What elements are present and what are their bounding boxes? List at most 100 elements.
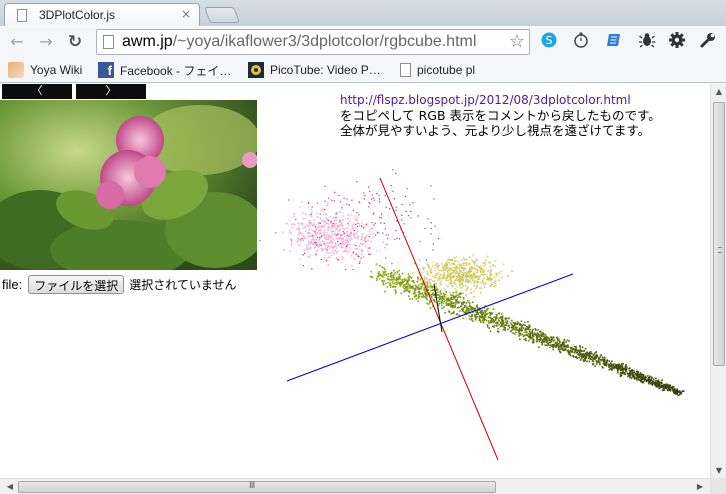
yellow-point [472, 260, 474, 263]
new-tab-button[interactable] [204, 7, 240, 23]
reload-button[interactable]: ↻ [64, 31, 86, 53]
stopwatch-extension-icon[interactable] [570, 31, 592, 53]
magenta-point [395, 172, 397, 174]
next-image-button[interactable]: 〉 [76, 84, 146, 99]
magenta-point [363, 198, 365, 200]
address-bar[interactable]: awm.jp/~yoya/ikaflower3/3dplotcolor/rgbc… [96, 29, 530, 55]
back-button[interactable]: ← [6, 31, 28, 53]
yellow-point [460, 277, 462, 279]
magenta-point [360, 257, 362, 259]
scroll-left-icon[interactable]: ◀ [2, 482, 18, 491]
green-point [627, 373, 629, 375]
green-point [659, 386, 662, 388]
pink-point [326, 259, 329, 262]
yellow-point [436, 274, 438, 277]
bookmark-yoya-wiki[interactable]: Yoya Wiki [8, 61, 82, 79]
green-point [648, 377, 650, 379]
green-point [507, 317, 510, 320]
horizontal-scroll-thumb[interactable]: Ⅲ [18, 481, 496, 493]
yellow-point [476, 259, 478, 261]
green-point [497, 327, 499, 330]
gear-icon[interactable] [666, 31, 688, 53]
wrench-icon[interactable] [697, 31, 719, 53]
url-text[interactable]: awm.jp/~yoya/ikaflower3/3dplotcolor/rgbc… [122, 33, 476, 51]
bug-extension-icon[interactable] [636, 31, 658, 53]
scroll-right-icon[interactable]: ▶ [692, 482, 708, 491]
yellow-point [468, 256, 471, 259]
green-point [443, 300, 446, 303]
blog-link[interactable]: http://flspz.blogspot.jp/2012/08/3dplotc… [340, 93, 631, 107]
yellow-point [476, 284, 478, 286]
green-point [500, 325, 502, 328]
green-point [378, 278, 381, 280]
pink-point [346, 231, 348, 233]
green-point [456, 296, 459, 299]
magenta-point [316, 236, 319, 238]
forward-button[interactable]: → [35, 31, 57, 53]
green-point [594, 352, 596, 354]
green-point [443, 293, 445, 296]
green-point [595, 351, 598, 353]
green-point [383, 273, 385, 276]
tab-3dplotcolor[interactable]: 3DPlotColor.js × [4, 3, 200, 26]
prev-image-button[interactable]: 〈 [2, 84, 72, 99]
pink-point [346, 236, 348, 238]
green-point [515, 331, 517, 334]
magenta-point [259, 239, 261, 242]
magenta-point [359, 262, 361, 264]
green-point [575, 356, 577, 358]
close-tab-icon[interactable]: × [181, 7, 191, 21]
magenta-point [384, 195, 386, 197]
green-point [541, 343, 543, 346]
bookmark-facebook[interactable]: f Facebook - フェイ… [98, 61, 231, 79]
bookmark-star-icon[interactable]: ☆ [509, 31, 525, 52]
pink-point [308, 232, 311, 235]
horizontal-scrollbar[interactable]: ◀ Ⅲ ▶ [0, 478, 710, 494]
vertical-scrollbar[interactable]: ▲ ▼ [710, 84, 726, 478]
green-point [631, 371, 633, 373]
pink-point [353, 217, 356, 220]
pink-point [299, 232, 301, 234]
green-point [516, 320, 519, 323]
magenta-point [417, 215, 419, 217]
green-point [424, 291, 426, 294]
pink-point [324, 220, 326, 223]
yellow-point [490, 269, 493, 271]
scroll-up-icon[interactable]: ▲ [711, 87, 726, 96]
green-point [474, 315, 476, 317]
green-point [433, 293, 435, 296]
green-point [648, 381, 650, 383]
pink-point [331, 254, 333, 257]
green-point [652, 378, 655, 380]
pink-point [297, 233, 300, 236]
bookmark-picotube-pl[interactable]: picotube pl [400, 61, 475, 79]
scroll-down-icon[interactable]: ▼ [711, 466, 726, 475]
green-point [518, 335, 521, 337]
yellow-point [493, 285, 495, 288]
green-point [599, 358, 602, 361]
magenta-point [348, 235, 350, 238]
green-point [520, 328, 522, 331]
yellow-point [495, 284, 497, 287]
magenta-point [395, 229, 397, 232]
green-point [531, 331, 534, 334]
skype-extension-icon[interactable]: S [538, 31, 560, 53]
pink-point [360, 242, 362, 245]
green-point [468, 315, 470, 317]
vertical-scroll-thumb[interactable] [713, 102, 725, 366]
pink-point [315, 234, 318, 236]
green-point [565, 345, 567, 348]
green-point [418, 290, 421, 293]
green-point [468, 318, 471, 320]
yellow-point [487, 255, 489, 258]
yellow-point [426, 282, 429, 285]
pink-point [347, 241, 350, 243]
green-point [399, 278, 401, 280]
choose-file-button[interactable]: ファイルを選択 [28, 275, 125, 294]
pink-point [346, 241, 348, 243]
magenta-point [373, 224, 375, 226]
yellow-point [477, 281, 480, 284]
document-extension-icon[interactable] [603, 31, 625, 53]
bookmark-picotube[interactable]: PicoTube: Video P… [248, 61, 381, 79]
green-point [559, 348, 561, 351]
